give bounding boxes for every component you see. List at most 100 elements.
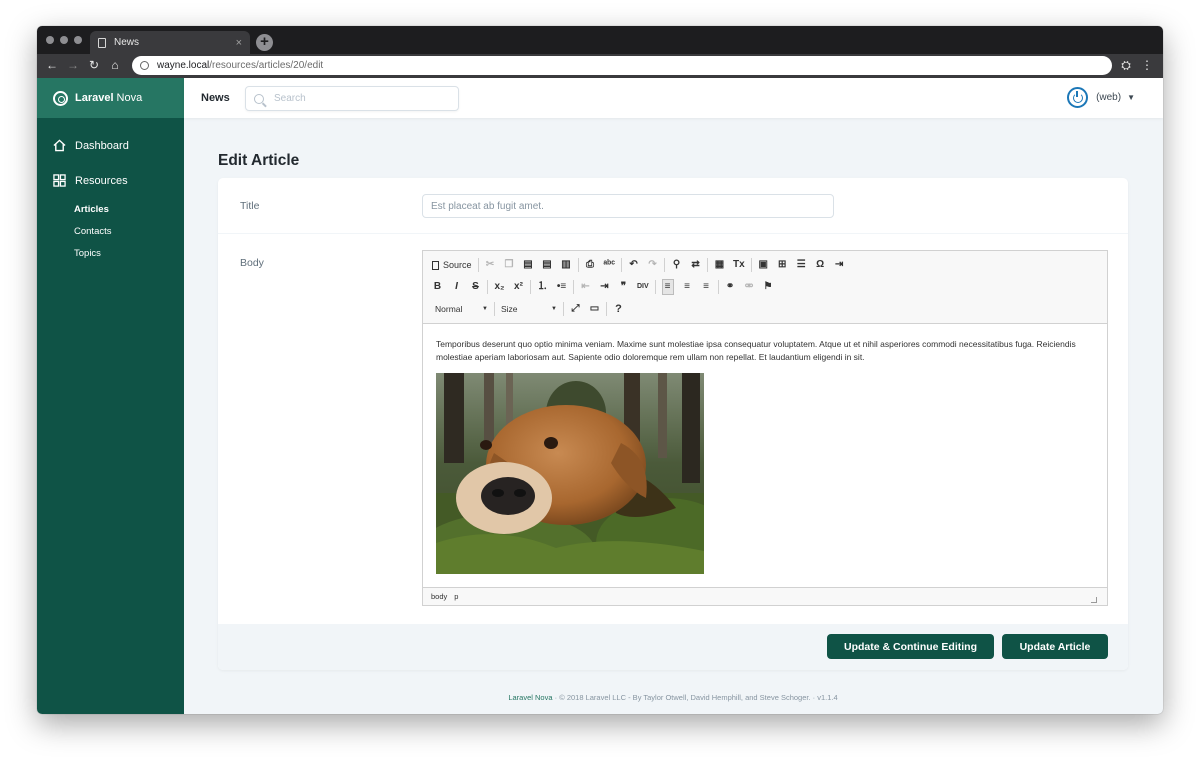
- remove-format-icon[interactable]: Tx: [733, 258, 745, 272]
- copy-icon[interactable]: ❐: [504, 258, 515, 272]
- home-icon[interactable]: ⌂: [108, 58, 122, 72]
- sidebar-item-dashboard[interactable]: Dashboard: [53, 139, 129, 152]
- resize-handle-icon[interactable]: [1091, 597, 1097, 603]
- body-label: Body: [240, 257, 264, 269]
- bold-icon[interactable]: B: [432, 280, 443, 294]
- bulleted-list-icon[interactable]: •≡: [556, 280, 567, 294]
- home-icon: [53, 139, 66, 152]
- separator: [750, 258, 752, 272]
- horizontal-rule-icon[interactable]: ☰: [796, 258, 807, 272]
- title-label: Title: [240, 200, 260, 212]
- print-icon[interactable]: ⎙: [585, 258, 596, 272]
- separator: [606, 302, 607, 316]
- indent-list-icon[interactable]: ⇥: [834, 258, 845, 272]
- close-window-dot[interactable]: [46, 36, 54, 44]
- forward-icon[interactable]: →: [66, 58, 80, 72]
- search-input[interactable]: [274, 93, 444, 104]
- cut-icon[interactable]: ✂: [485, 258, 496, 272]
- separator: [494, 302, 495, 316]
- editor-status-bar: body p: [423, 587, 1107, 605]
- site-info-icon[interactable]: [140, 61, 149, 70]
- browser-tab[interactable]: News ×: [90, 31, 250, 54]
- table-icon[interactable]: ⊞: [777, 258, 788, 272]
- sidebar-item-resources[interactable]: Resources: [53, 174, 128, 187]
- browser-menu-icon[interactable]: ⋮: [1140, 58, 1154, 72]
- size-select-value: Size: [501, 304, 518, 314]
- user-menu[interactable]: (web) ▼: [1067, 87, 1135, 108]
- replace-icon[interactable]: ⇄: [690, 258, 701, 272]
- paste-text-icon[interactable]: ▤: [542, 258, 553, 272]
- unlink-icon[interactable]: ⚮: [744, 280, 755, 294]
- toolbar-row-1: Source ✂ ❐ ▤ ▤ ▥ ⎙ ᵃᵇᶜ ↶ ↷ ⚲ ⇄ ▦ Tx ▣ ⊞ …: [432, 255, 853, 275]
- dropdown-arrow-icon: ▼: [551, 306, 557, 312]
- paste-icon[interactable]: ▤: [523, 258, 534, 272]
- show-blocks-icon[interactable]: ▭: [589, 302, 600, 316]
- back-icon[interactable]: ←: [45, 58, 59, 72]
- separator: [577, 258, 579, 272]
- element-path-body[interactable]: body: [431, 592, 447, 601]
- element-path-p[interactable]: p: [454, 592, 458, 601]
- align-right-icon[interactable]: ≡: [701, 280, 712, 294]
- browser-window: News × + ← → ↻ ⌂ wayne.local/resources/a…: [37, 26, 1163, 714]
- format-select[interactable]: Normal ▼: [432, 301, 488, 317]
- numbered-list-icon[interactable]: ⒈: [537, 280, 548, 294]
- browser-tab-bar: News × +: [37, 26, 1163, 54]
- page-title: Edit Article: [218, 152, 300, 169]
- size-select[interactable]: Size ▼: [501, 301, 557, 317]
- superscript-icon[interactable]: x²: [513, 280, 524, 294]
- minimize-window-dot[interactable]: [60, 36, 68, 44]
- help-icon[interactable]: ?: [613, 302, 624, 316]
- sidebar-item-articles[interactable]: Articles: [74, 204, 109, 215]
- editor-content[interactable]: Temporibus deserunt quo optio minima ven…: [423, 324, 1107, 589]
- sidebar-item-topics[interactable]: Topics: [74, 248, 101, 259]
- reload-icon[interactable]: ↻: [87, 58, 101, 72]
- maximize-icon[interactable]: ⤢: [570, 302, 581, 316]
- paste-word-icon[interactable]: ▥: [561, 258, 572, 272]
- close-tab-icon[interactable]: ×: [236, 37, 242, 49]
- blockquote-icon[interactable]: ❞: [618, 280, 629, 294]
- app-title: News: [201, 92, 230, 104]
- dog-photo[interactable]: [436, 373, 704, 574]
- image-icon[interactable]: ▣: [758, 258, 769, 272]
- update-article-button[interactable]: Update Article: [1002, 634, 1108, 659]
- indent-icon[interactable]: ⇥: [599, 280, 610, 294]
- italic-icon[interactable]: I: [451, 280, 462, 294]
- footer-brand-link[interactable]: Laravel Nova: [508, 693, 552, 702]
- toolbar-row-2: B I S x₂ x² ⒈ •≡ ⇤ ⇥ ❞ DIV ≡ ≡ ≡ ⚭ ⚮ ⚑: [432, 277, 782, 297]
- undo-icon[interactable]: ↶: [628, 258, 639, 272]
- separator: [621, 258, 623, 272]
- find-icon[interactable]: ⚲: [671, 258, 682, 272]
- footer-separator: ·: [554, 693, 558, 702]
- spellcheck-icon[interactable]: ᵃᵇᶜ: [604, 258, 615, 272]
- select-all-icon[interactable]: ▦: [714, 258, 725, 272]
- subscript-icon[interactable]: x₂: [494, 280, 505, 294]
- link-icon[interactable]: ⚭: [725, 280, 736, 294]
- separator: [487, 280, 488, 294]
- special-char-icon[interactable]: Ω: [815, 258, 826, 272]
- align-center-icon[interactable]: ≡: [682, 280, 693, 294]
- brand[interactable]: Laravel Nova: [37, 78, 184, 118]
- align-left-icon[interactable]: ≡: [661, 279, 674, 295]
- new-tab-button[interactable]: +: [256, 34, 273, 51]
- maximize-window-dot[interactable]: [74, 36, 82, 44]
- url-host: wayne.local: [157, 60, 210, 71]
- anchor-flag-icon[interactable]: ⚑: [763, 280, 774, 294]
- address-bar[interactable]: wayne.local/resources/articles/20/edit: [132, 56, 1112, 75]
- chevron-down-icon: ▼: [1127, 93, 1135, 102]
- div-container-icon[interactable]: DIV: [637, 280, 649, 294]
- sidebar-item-contacts[interactable]: Contacts: [74, 226, 112, 237]
- source-label: Source: [443, 260, 472, 270]
- incognito-icon[interactable]: ⛭: [1119, 58, 1133, 72]
- user-label: (web): [1096, 92, 1122, 103]
- separator: [654, 280, 656, 294]
- nova-app: Laravel Nova Dashboard Resources Article…: [37, 78, 1163, 714]
- source-button[interactable]: Source: [432, 258, 472, 272]
- strikethrough-icon[interactable]: S: [470, 280, 481, 294]
- redo-icon[interactable]: ↷: [647, 258, 658, 272]
- update-continue-button[interactable]: Update & Continue Editing: [827, 634, 994, 659]
- footer: Laravel Nova · © 2018 Laravel LLC - By T…: [218, 693, 1128, 702]
- separator: [477, 258, 479, 272]
- title-input[interactable]: [422, 194, 834, 218]
- global-search[interactable]: [245, 86, 459, 111]
- outdent-icon[interactable]: ⇤: [580, 280, 591, 294]
